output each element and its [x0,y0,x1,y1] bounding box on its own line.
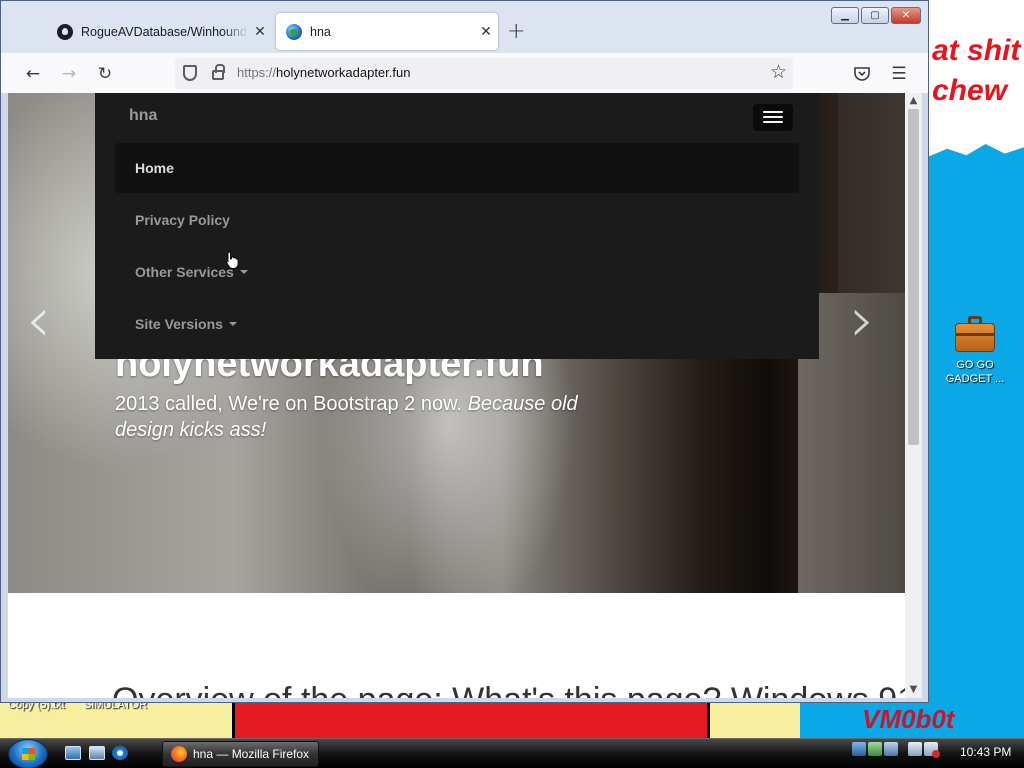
nav-item-label: Other Services [135,264,234,280]
hand-cursor-icon [226,251,238,269]
desktop-icon-gadget[interactable]: GO GO GADGET ... [940,316,1010,386]
close-tab-icon[interactable]: ✕ [248,23,272,40]
wallpaper-logo: VM0b0t [862,704,955,734]
page-viewport: ‹ › holynetworkadapter.fun 2013 called, … [8,93,905,698]
minimize-button[interactable]: ▁ [831,7,859,24]
clock[interactable]: 10:43 PM [960,745,1011,759]
tab-bar: RogueAVDatabase/Winhound.z ✕ hna ✕ + ▁ ▢… [1,1,928,53]
tray-app-icon[interactable] [868,742,882,756]
maximize-button[interactable]: ▢ [861,7,889,24]
system-tray [852,742,940,758]
start-button[interactable] [8,739,48,768]
github-icon [57,23,73,40]
hamburger-menu-icon[interactable] [753,104,793,131]
display-icon[interactable] [908,742,922,756]
taskbar-firefox-button[interactable]: hna — Mozilla Firefox [162,741,319,767]
show-desktop-icon[interactable] [65,746,81,760]
url-text[interactable]: https://holynetworkadapter.fun [237,65,410,80]
globe-icon [286,23,302,40]
scroll-up-icon[interactable]: ▲ [905,93,922,109]
bookmark-star-icon[interactable]: ☆ [770,61,787,83]
tab-title: RogueAVDatabase/Winhound.z [81,24,248,39]
lock-icon[interactable] [212,64,225,80]
wallpaper-text-line2: chew [932,74,1008,107]
section-heading: Overview of the page: What's this page? … [112,681,905,698]
site-brand[interactable]: hna [129,107,157,125]
new-tab-button[interactable]: + [507,19,525,44]
desktop-icon-label: GO GO GADGET ... [945,359,1005,385]
scroll-down-icon[interactable]: ▼ [905,682,922,698]
tray-app-icon[interactable] [884,742,898,756]
forward-button[interactable]: → [57,62,81,86]
briefcase-icon [955,316,995,352]
tab-title: hna [310,24,331,39]
nav-item-site-versions[interactable]: Site Versions [115,299,799,349]
nav-item-other-services[interactable]: Other Services [115,247,799,297]
tab-github[interactable]: RogueAVDatabase/Winhound.z ✕ [45,13,272,50]
scroll-thumb[interactable] [908,109,919,445]
taskbar-button-label: hna — Mozilla Firefox [193,747,310,761]
hero-text-plain: 2013 called, We're on Bootstrap 2 now. [115,393,468,415]
tab-hna[interactable]: hna ✕ [276,13,498,50]
menu-icon[interactable]: ☰ [887,62,911,86]
navigation-toolbar: ← → ↻ https://holynetworkadapter.fun ☆ ☰ [1,53,928,94]
hero-text: 2013 called, We're on Bootstrap 2 now. B… [115,391,635,443]
caret-down-icon [228,322,237,326]
internet-explorer-icon[interactable] [112,746,128,760]
nav-item-home[interactable]: Home [115,143,799,193]
carousel-prev-button[interactable]: ‹ [26,283,51,356]
wallpaper-text-line1: at shit [932,34,1021,67]
nav-item-label: Site Versions [135,316,223,332]
firefox-icon [171,746,187,762]
network-icon[interactable] [852,742,866,756]
close-tab-icon[interactable]: ✕ [474,23,498,40]
url-host: holynetworkadapter.fun [276,65,411,80]
url-protocol: https:// [237,65,277,80]
site-navbar: hna Home Privacy Policy Other Services S… [95,93,819,359]
reload-button[interactable]: ↻ [93,62,117,86]
nav-item-privacy-policy[interactable]: Privacy Policy [115,195,799,245]
carousel-next-button[interactable]: › [850,283,875,356]
volume-muted-icon[interactable] [924,742,940,758]
wallpaper-red-block [232,700,710,740]
back-button[interactable]: ← [21,62,45,86]
window-controls: ▁ ▢ ✕ [831,7,921,24]
pocket-icon[interactable] [850,62,874,86]
close-window-button[interactable]: ✕ [891,7,921,24]
shield-icon[interactable] [183,65,197,81]
page-scrollbar[interactable]: ▲ ▼ [905,93,922,698]
url-bar[interactable]: https://holynetworkadapter.fun ☆ [175,58,793,89]
caret-down-icon [239,270,248,274]
switch-windows-icon[interactable] [89,746,105,760]
